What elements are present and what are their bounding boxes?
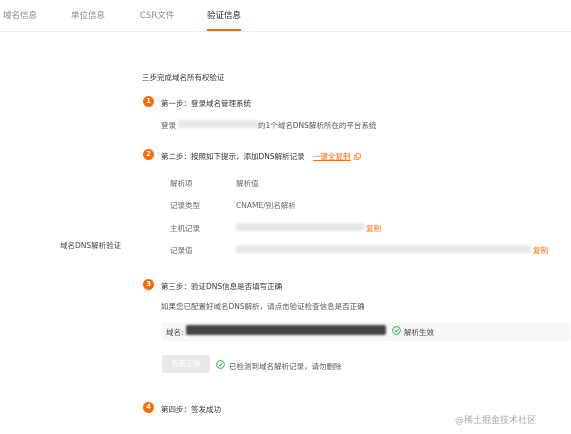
- watermark: @稀土掘金技术社区: [455, 416, 537, 426]
- host-record-key: 主机记录: [170, 224, 200, 233]
- step-2-title: 第二步：按照如下提示，添加DNS解析记录: [161, 152, 305, 161]
- record-type-value: CNAME/别名解析: [236, 201, 296, 210]
- step-3-text: 如果您已配置好域名DNS解析，请点击验证检查信息是否正确: [161, 302, 365, 311]
- step-2-badge: 2: [143, 149, 154, 160]
- step-4-title: 第四步：签发成功: [161, 405, 221, 414]
- tab-verification-info[interactable]: 验证信息: [207, 9, 241, 21]
- config-correct-button[interactable]: 配置正确: [162, 355, 210, 373]
- verify-result-text: 已检测到域名解析记录，请勿删除: [229, 362, 342, 371]
- tab-org-info[interactable]: 单位信息: [71, 9, 105, 21]
- tab-csr-file[interactable]: CSR文件: [140, 9, 174, 21]
- tab-bar: 域名信息 单位信息 CSR文件 验证信息: [0, 0, 571, 32]
- resolution-status: 解析生效: [404, 328, 434, 337]
- section-label: 域名DNS解析验证: [60, 241, 122, 250]
- step-4-badge: 4: [143, 402, 154, 413]
- copy-icon: [354, 153, 361, 160]
- record-value-key: 记录值: [170, 246, 193, 255]
- copy-host-button[interactable]: 复制: [366, 223, 381, 234]
- redacted-record-value: [236, 245, 531, 253]
- step-3-title: 第三步：验证DNS信息是否填写正确: [161, 282, 283, 291]
- check-circle-icon: [216, 360, 225, 369]
- copy-all-button[interactable]: 一键全复制: [313, 151, 361, 162]
- page-heading: 三步完成域名所有权验证: [142, 73, 225, 82]
- step-1-badge: 1: [143, 96, 154, 107]
- record-type-key: 记录类型: [170, 201, 200, 210]
- redacted-domain: [178, 120, 258, 128]
- step-1-text-suffix: 的1个域名DNS解析所在的平台系统: [258, 121, 377, 130]
- record-header-value: 解析值: [236, 179, 259, 188]
- check-circle-icon: [392, 326, 401, 335]
- copy-value-button[interactable]: 复制: [533, 245, 548, 256]
- active-tab-indicator: [207, 29, 241, 31]
- redacted-domain-name: [186, 325, 386, 335]
- step-3-badge: 3: [143, 279, 154, 290]
- step-1-title: 第一步：登录域名管理系统: [161, 99, 251, 108]
- step-1-text-prefix: 登录: [161, 121, 176, 130]
- tab-domain-info[interactable]: 域名信息: [3, 9, 37, 21]
- record-header-key: 解析项: [170, 179, 193, 188]
- copy-all-label: 一键全复制: [313, 152, 351, 161]
- domain-label: 域名:: [166, 328, 184, 337]
- redacted-host-record: [236, 223, 364, 231]
